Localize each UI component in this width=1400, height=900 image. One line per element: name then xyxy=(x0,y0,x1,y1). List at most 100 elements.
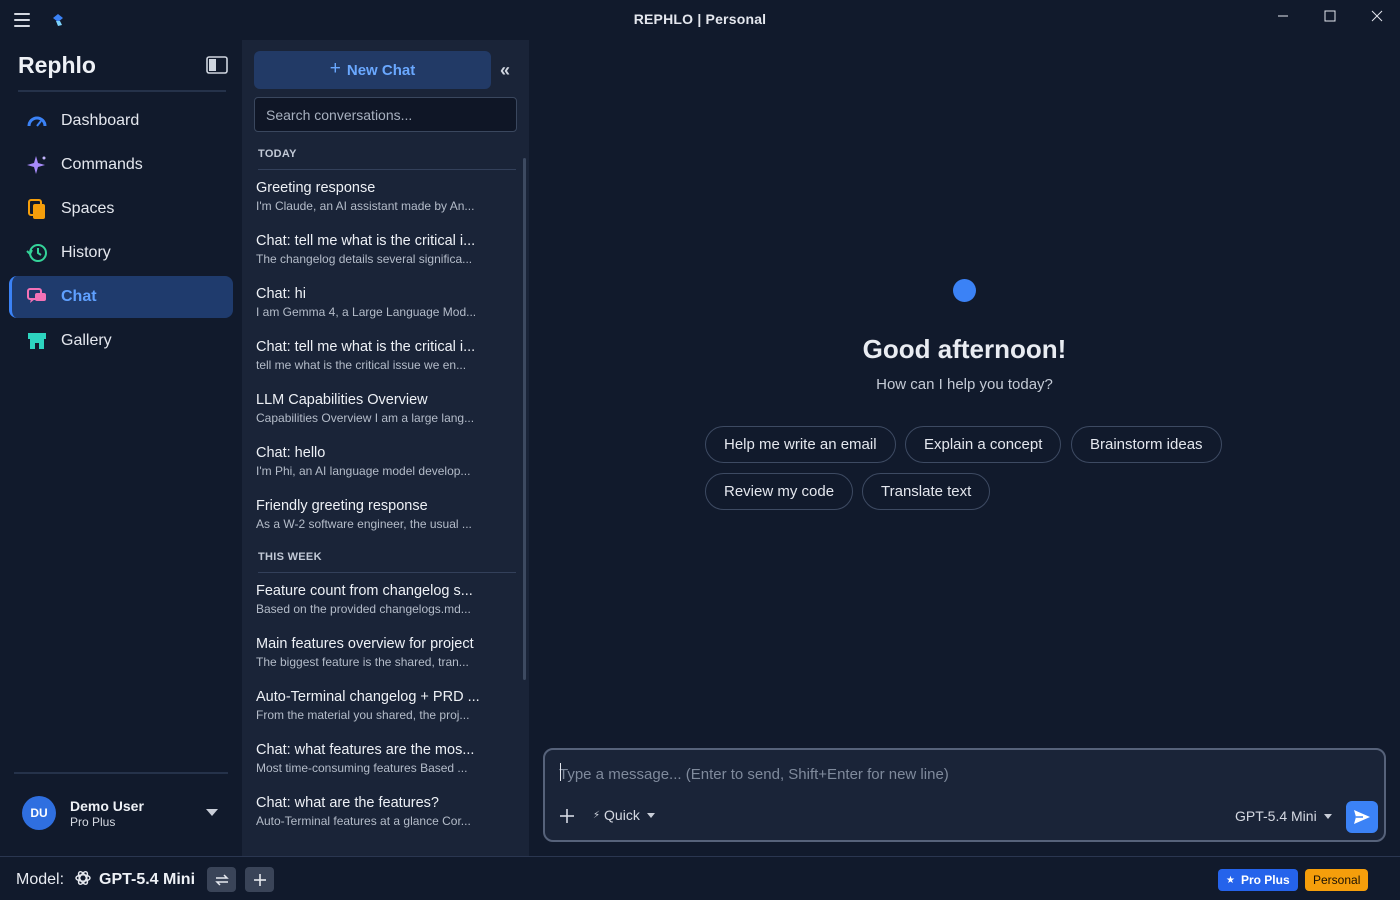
conversation-preview: Most time-consuming features Based ... xyxy=(256,761,468,775)
conversation-item[interactable]: Chat: what features are the mos... Most … xyxy=(256,738,522,791)
title-bar: REPHLO | Personal xyxy=(0,0,1400,40)
sidebar-item-spaces[interactable]: Spaces xyxy=(9,188,233,230)
user-menu[interactable]: DU Demo User Pro Plus xyxy=(14,792,230,836)
conversation-item[interactable]: Main features overview for project The b… xyxy=(256,632,522,685)
switch-model-button[interactable] xyxy=(207,867,236,892)
model-selector[interactable]: GPT-5.4 Mini xyxy=(1235,808,1332,824)
message-composer: ⚡ Quick GPT-5.4 Mini xyxy=(543,748,1386,842)
add-attachment-icon[interactable] xyxy=(555,804,579,828)
plus-icon: + xyxy=(329,58,341,79)
conversation-scrollbar[interactable] xyxy=(523,158,526,680)
window-title: REPHLO | Personal xyxy=(633,11,767,27)
app-logo-icon xyxy=(53,14,63,26)
hamburger-menu-icon[interactable] xyxy=(14,10,38,30)
app-window: REPHLO | Personal Rephlo Dashboard Comma… xyxy=(0,0,1400,900)
suggestion-chip[interactable]: Brainstorm ideas xyxy=(1071,426,1222,463)
sidebar-divider xyxy=(18,90,226,92)
conversation-title: Chat: tell me what is the critical i... xyxy=(256,339,476,355)
workspace-badge: Personal xyxy=(1305,869,1369,891)
chevron-down-icon[interactable] xyxy=(206,809,218,816)
conversation-title: Chat: what features are the mos... xyxy=(256,742,475,758)
avatar: DU xyxy=(22,796,56,830)
conversation-item[interactable]: Greeting response I'm Claude, an AI assi… xyxy=(256,176,522,229)
suggestion-chip[interactable]: Translate text xyxy=(862,473,991,510)
conversations-panel: + New Chat « TODAY Greeting response I'm… xyxy=(242,40,529,856)
send-button[interactable] xyxy=(1346,801,1378,833)
conversation-preview: I'm Claude, an AI assistant made by An..… xyxy=(256,199,475,213)
conversation-preview: I'm Phi, an AI language model develop... xyxy=(256,464,471,478)
conversation-item[interactable]: Chat: tell me what is the critical i... … xyxy=(256,335,522,388)
toggle-sidebar-icon[interactable] xyxy=(206,56,228,74)
mode-label: Quick xyxy=(604,807,640,823)
conversation-title: Greeting response xyxy=(256,180,376,196)
search-input[interactable] xyxy=(254,97,517,132)
sidebar-item-gallery[interactable]: Gallery xyxy=(9,320,233,362)
sidebar-item-label: History xyxy=(61,244,111,261)
sidebar-item-dashboard[interactable]: Dashboard xyxy=(9,100,233,142)
conversation-preview: Capabilities Overview I am a large lang.… xyxy=(256,411,475,425)
conversation-title: Auto-Terminal changelog + PRD ... xyxy=(256,689,480,705)
chat-bubbles-icon xyxy=(26,286,48,308)
conversation-item[interactable]: Chat: tell me what is the critical i... … xyxy=(256,229,522,282)
conversation-item[interactable]: Chat: what are the features? Auto-Termin… xyxy=(256,791,522,844)
files-icon xyxy=(26,198,48,220)
sidebar-item-commands[interactable]: Commands xyxy=(9,144,233,186)
assistant-dot-icon xyxy=(953,279,976,302)
gauge-icon xyxy=(26,110,48,132)
chevron-down-icon xyxy=(646,812,655,818)
group-header-this-week: THIS WEEK xyxy=(258,547,516,573)
conversation-item[interactable]: Chat: hi I am Gemma 4, a Large Language … xyxy=(256,282,522,335)
sidebar-item-label: Dashboard xyxy=(61,112,140,129)
brand-name: Rephlo xyxy=(18,52,96,78)
sidebar-item-chat[interactable]: Chat xyxy=(9,276,233,318)
plan-badge: ★ Pro Plus xyxy=(1218,869,1298,891)
sidebar-item-label: Spaces xyxy=(61,200,115,217)
greeting-subtitle: How can I help you today? xyxy=(876,376,1053,393)
user-name: Demo User xyxy=(70,798,144,814)
chat-main: Good afternoon! How can I help you today… xyxy=(529,40,1400,856)
conversation-item[interactable]: LLM Capabilities Overview Capabilities O… xyxy=(256,388,522,441)
collapse-panel-icon[interactable]: « xyxy=(500,60,510,81)
user-plan: Pro Plus xyxy=(70,815,116,829)
greeting-title: Good afternoon! xyxy=(862,334,1067,364)
conversation-title: Chat: hi xyxy=(256,286,306,302)
maximize-icon[interactable] xyxy=(1307,0,1353,32)
conversation-item[interactable]: Feature count from changelog s... Based … xyxy=(256,579,522,632)
conversation-preview: Auto-Terminal features at a glance Cor..… xyxy=(256,814,471,828)
group-header-today: TODAY xyxy=(258,144,516,170)
sidebar-divider xyxy=(14,772,228,774)
conversation-preview: tell me what is the critical issue we en… xyxy=(256,358,467,372)
add-model-button[interactable] xyxy=(245,867,274,892)
conversation-item[interactable]: Auto-Terminal changelog + PRD ... From t… xyxy=(256,685,522,738)
conversation-item[interactable]: Friendly greeting response As a W-2 soft… xyxy=(256,494,522,547)
star-icon: ★ xyxy=(1226,874,1235,886)
conversation-list: TODAY Greeting response I'm Claude, an A… xyxy=(242,144,522,856)
new-chat-button[interactable]: + New Chat xyxy=(254,51,491,89)
conversation-title: Feature count from changelog s... xyxy=(256,583,473,599)
plan-badge-label: Pro Plus xyxy=(1240,873,1290,887)
conversation-title: Chat: what are the features? xyxy=(256,795,439,811)
conversation-title: Chat: tell me what is the critical i... xyxy=(256,233,476,249)
minimize-icon[interactable] xyxy=(1260,0,1306,32)
current-model[interactable]: GPT-5.4 Mini xyxy=(99,871,195,889)
suggestion-chip[interactable]: Explain a concept xyxy=(905,426,1062,463)
send-icon xyxy=(1354,810,1370,824)
conversation-preview: From the material you shared, the proj..… xyxy=(256,708,470,722)
new-chat-label: New Chat xyxy=(346,61,416,79)
suggestion-chip[interactable]: Review my code xyxy=(705,473,854,510)
conversation-item[interactable]: Chat: hello I'm Phi, an AI language mode… xyxy=(256,441,522,494)
text-cursor xyxy=(560,763,561,781)
conversation-preview: As a W-2 software engineer, the usual ..… xyxy=(256,517,472,531)
sidebar: Rephlo Dashboard Commands Spaces History… xyxy=(0,40,242,856)
conversation-title: Main features overview for project xyxy=(256,636,474,652)
conversation-preview: I am Gemma 4, a Large Language Mod... xyxy=(256,305,477,319)
message-input[interactable] xyxy=(559,762,1369,786)
close-icon[interactable] xyxy=(1354,0,1400,32)
model-label: GPT-5.4 Mini xyxy=(1235,808,1317,824)
mode-selector[interactable]: ⚡ Quick xyxy=(593,807,655,823)
sidebar-item-history[interactable]: History xyxy=(9,232,233,274)
conversation-preview: The changelog details several significa.… xyxy=(256,252,473,266)
model-prefix-label: Model: xyxy=(16,871,65,888)
suggestion-chip[interactable]: Help me write an email xyxy=(705,426,896,463)
plus-icon xyxy=(253,873,266,886)
